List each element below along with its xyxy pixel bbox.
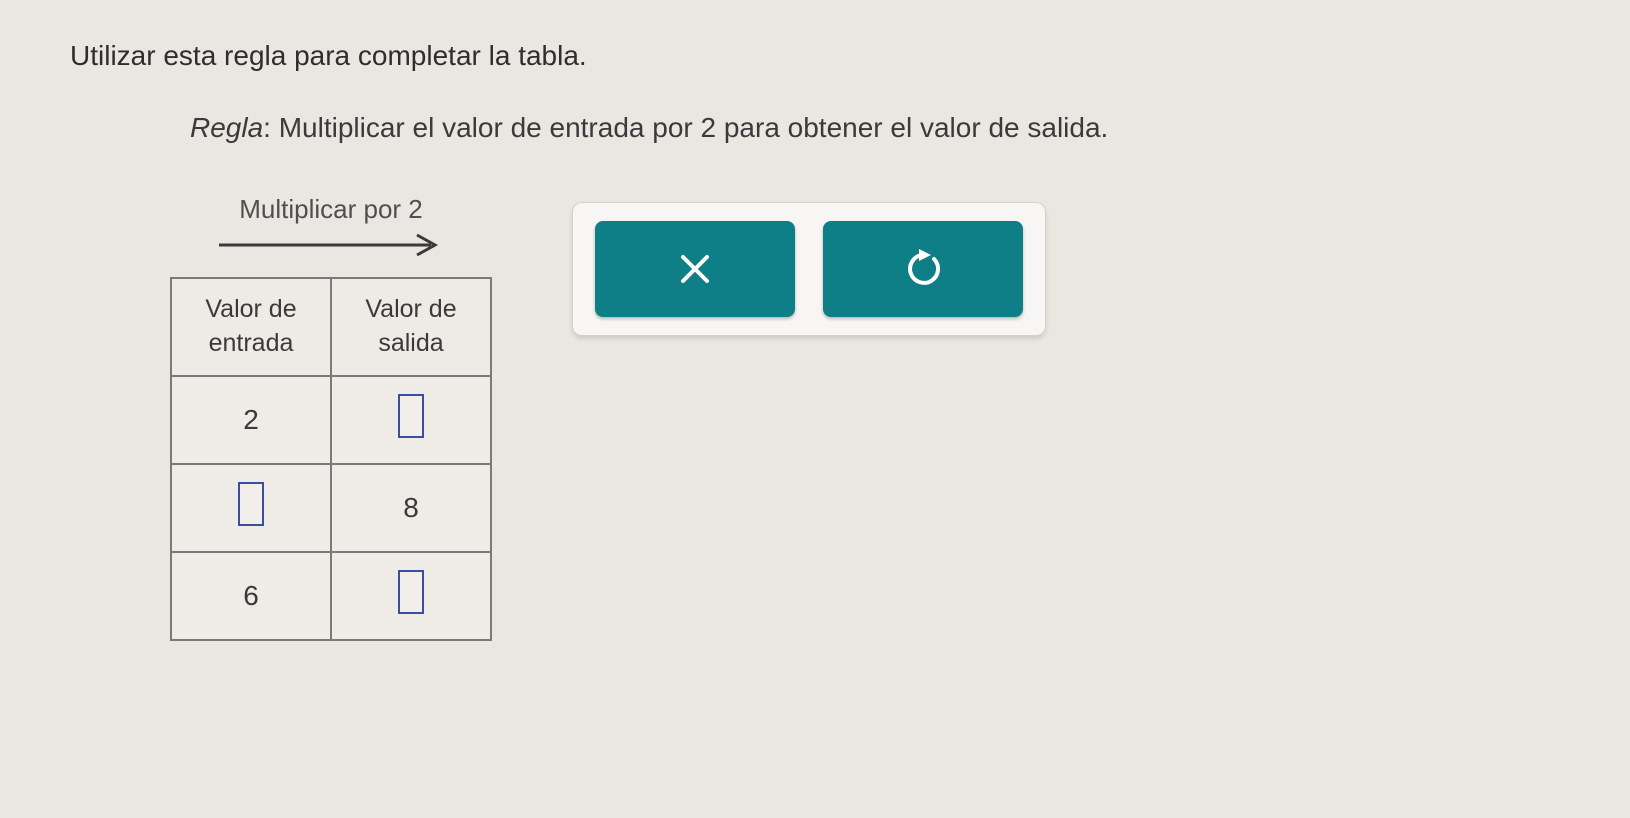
output-cell[interactable] [331, 376, 491, 464]
arrow-right-icon [211, 231, 451, 259]
input-cell: 6 [171, 552, 331, 640]
input-cell: 2 [171, 376, 331, 464]
close-button[interactable] [595, 221, 795, 317]
table-block: Multiplicar por 2 Valor de entrada Valor… [170, 194, 492, 641]
table-row: 8 [171, 464, 491, 552]
close-icon [677, 251, 713, 287]
table-caption: Multiplicar por 2 [239, 194, 423, 225]
blank-input[interactable] [398, 394, 424, 438]
header-input: Valor de entrada [171, 278, 331, 376]
input-cell[interactable] [171, 464, 331, 552]
button-panel [572, 202, 1046, 336]
reset-icon [903, 249, 943, 289]
instruction-text: Utilizar esta regla para completar la ta… [70, 40, 1560, 72]
output-cell: 8 [331, 464, 491, 552]
header-output: Valor de salida [331, 278, 491, 376]
io-table: Valor de entrada Valor de salida 2 8 6 [170, 277, 492, 641]
blank-input[interactable] [398, 570, 424, 614]
rule-line: Regla: Multiplicar el valor de entrada p… [190, 112, 1560, 144]
blank-input[interactable] [238, 482, 264, 526]
table-row: 2 [171, 376, 491, 464]
rule-text: : Multiplicar el valor de entrada por 2 … [263, 112, 1108, 143]
table-row: 6 [171, 552, 491, 640]
output-cell[interactable] [331, 552, 491, 640]
rule-label: Regla [190, 112, 263, 143]
reset-button[interactable] [823, 221, 1023, 317]
